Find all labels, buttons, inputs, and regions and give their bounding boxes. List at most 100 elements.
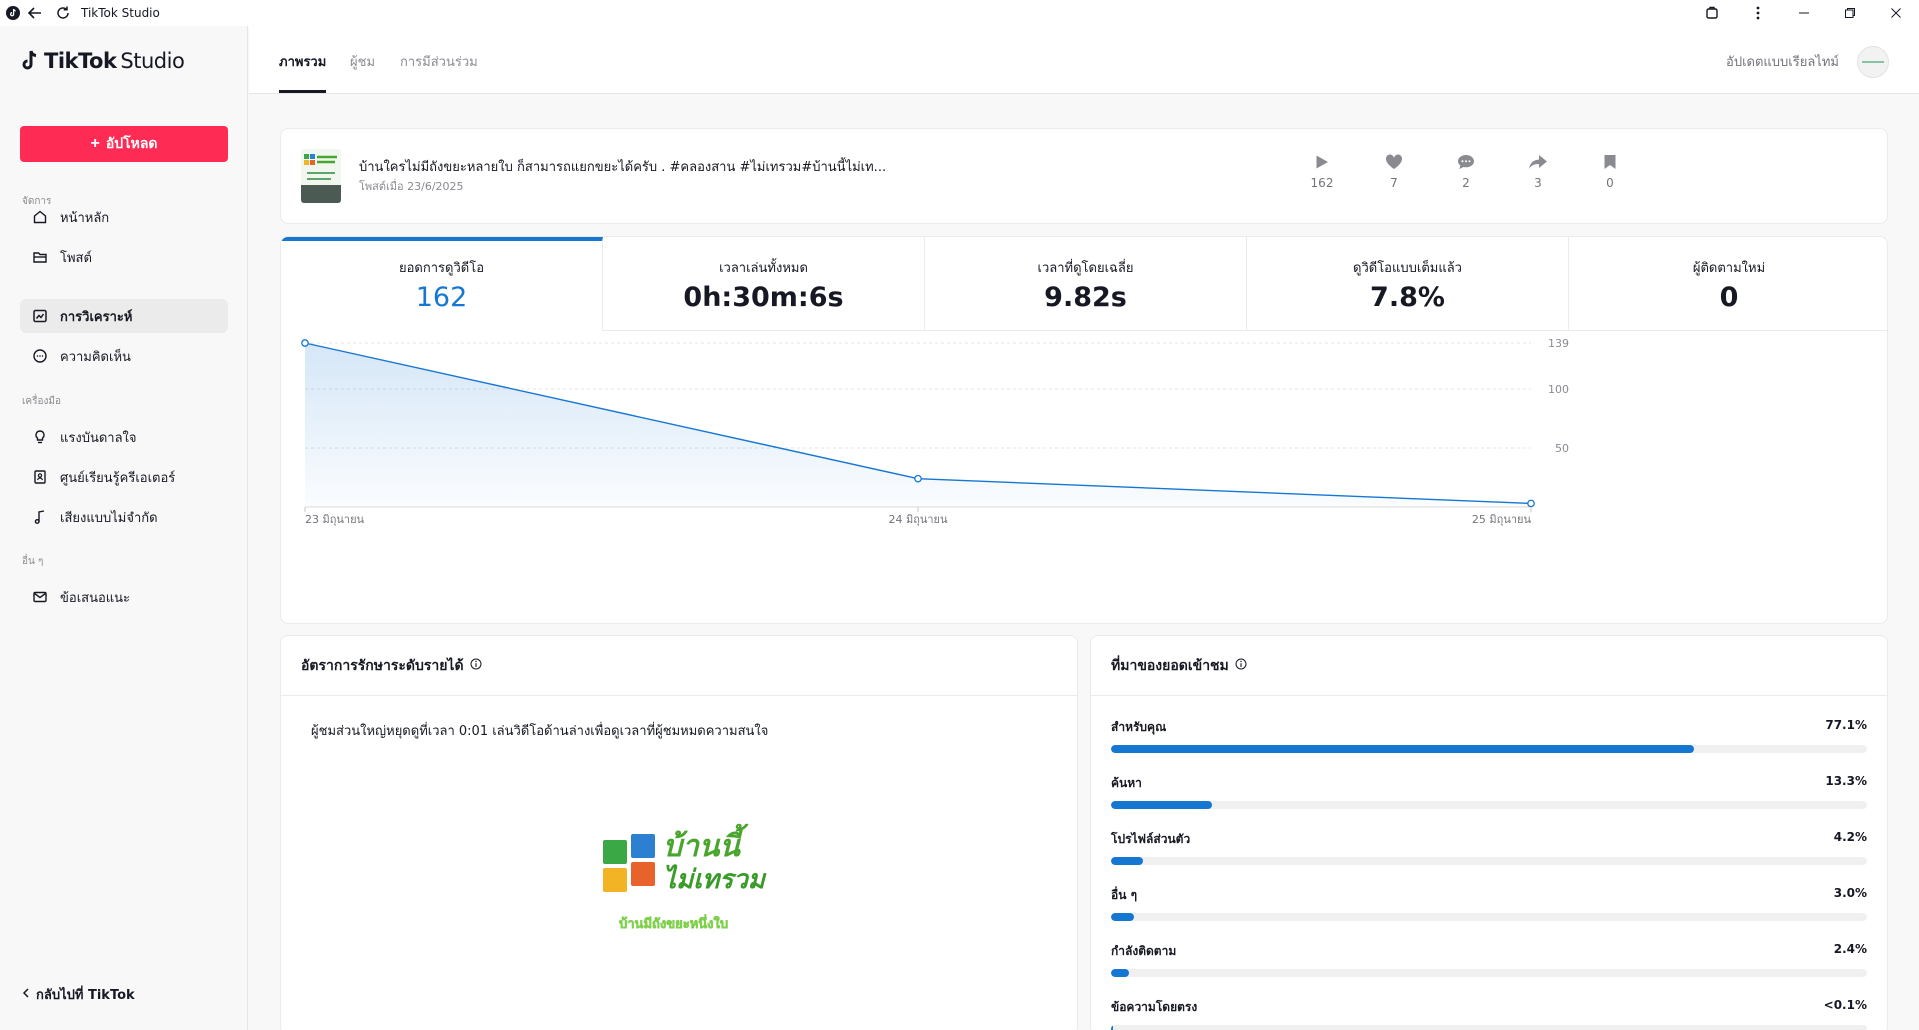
sidebar-item-comments[interactable]: ความคิดเห็น [20, 339, 228, 373]
metric-label: ดูวิดีโอแบบเต็มแล้ว [1353, 261, 1462, 276]
comment-icon [1446, 151, 1486, 173]
x-tick-label: 25 มิถุนายน [1472, 513, 1532, 526]
source-line: ข้อความโดยตรง <0.1% [1111, 998, 1867, 1017]
video-preview-logo[interactable]: บ้านนี้ ไม่เทรวม บ้านมีถังขยะหนึ่งใบ [601, 806, 771, 946]
tiktok-studio-logo[interactable]: TikTok Studio [20, 46, 185, 76]
info-icon[interactable] [1235, 658, 1247, 674]
book-icon [32, 469, 48, 485]
close-icon[interactable] [1873, 0, 1919, 26]
play-icon [1302, 151, 1342, 173]
source-progress-track [1111, 969, 1867, 977]
video-summary-card[interactable]: บ้านใครไม่มีถังขยะหลายใบ ก็สามารถแยกขยะไ… [280, 128, 1888, 224]
back-arrow-icon[interactable] [21, 0, 49, 26]
sidebar-item-analytics[interactable]: การวิเคราะห์ [20, 299, 228, 333]
minimize-icon[interactable] [1781, 0, 1827, 26]
recycle-bins-icon [603, 834, 655, 892]
y-tick-label: 100 [1548, 383, 1569, 396]
extensions-icon[interactable] [1689, 0, 1735, 26]
reload-icon[interactable] [49, 0, 77, 26]
source-progress-fill [1111, 745, 1694, 753]
tab-viewers[interactable]: ผู้ชม [350, 51, 375, 72]
metric-label: ผู้ติดตามใหม่ [1692, 261, 1766, 276]
sidebar-item-feedback[interactable]: ข้อเสนอแนะ [20, 580, 228, 614]
metric-value: 162 [415, 282, 468, 313]
metric-tab-video-views[interactable]: ยอดการดูวิดีโอ 162 [281, 237, 603, 331]
section-label-other: อื่น ๆ [22, 556, 44, 567]
likes-stat: 7 [1374, 151, 1414, 190]
metric-label: เวลาเล่นทั้งหมด [719, 261, 808, 276]
data-point[interactable] [1527, 499, 1535, 508]
retention-card: อัตราการรักษาระดับรายได้ ผู้ชมส่วนใหญ่หย… [280, 635, 1078, 1030]
plus-icon: + [90, 135, 100, 152]
sidebar-item-label: แรงบันดาลใจ [60, 430, 137, 446]
source-progress-track [1111, 745, 1867, 753]
y-tick-label: 50 [1555, 442, 1569, 455]
realtime-update-label: อัปเดตแบบเรียลไทม์ [1726, 55, 1839, 70]
sidebar-item-unlimited-sounds[interactable]: เสียงแบบไม่จำกัด [20, 500, 228, 534]
metric-value: 0h:30m:6s [683, 282, 844, 313]
video-thumbnail[interactable] [301, 149, 341, 203]
logo-text-line2: ไม่เทรวม [663, 864, 767, 895]
sidebar-item-label: ข้อเสนอแนะ [60, 590, 131, 606]
sidebar-item-posts[interactable]: โพสต์ [20, 240, 228, 274]
source-progress-fill [1111, 801, 1212, 809]
video-title[interactable]: บ้านใครไม่มีถังขยะหลายใบ ก็สามารถแยกขยะไ… [359, 156, 886, 177]
source-progress-fill [1111, 913, 1134, 921]
retention-card-header: อัตราการรักษาระดับรายได้ [281, 636, 1077, 696]
shares-count: 3 [1534, 176, 1542, 190]
source-line: ค้นหา 13.3% [1111, 774, 1867, 793]
source-percent: 4.2% [1833, 830, 1867, 844]
source-percent: 3.0% [1833, 886, 1867, 900]
source-label: ข้อความโดยตรง [1111, 1000, 1198, 1014]
comment-icon [32, 348, 48, 364]
traffic-source-row: ข้อความโดยตรง <0.1% [1111, 998, 1867, 1030]
more-options-icon[interactable] [1735, 0, 1781, 26]
views-line-chart: 139 100 50 23 มิถุนายน 24 มิถุนายน 25 มิถุนาย… [301, 337, 1569, 526]
back-to-tiktok-link[interactable]: กลับไปที่ TikTok [22, 984, 135, 1005]
metric-tab-total-play-time[interactable]: เวลาเล่นทั้งหมด 0h:30m:6s [603, 237, 925, 331]
likes-count: 7 [1390, 176, 1398, 190]
info-icon[interactable] [470, 658, 482, 674]
metric-value: 0 [1719, 282, 1739, 313]
metric-tab-average-watch-time[interactable]: เวลาที่ดูโดยเฉลี่ย 9.82s [925, 237, 1247, 331]
comments-stat: 2 [1446, 151, 1486, 190]
sidebar-item-label: การวิเคราะห์ [60, 309, 133, 325]
source-progress-track [1111, 801, 1867, 809]
source-line: กำลังติดตาม 2.4% [1111, 942, 1867, 961]
source-line: อื่น ๆ 3.0% [1111, 886, 1867, 905]
sidebar-item-creator-academy[interactable]: ศูนย์เรียนรู้ครีเอเตอร์ [20, 460, 228, 494]
restore-icon[interactable] [1827, 0, 1873, 26]
share-icon [1518, 151, 1558, 173]
sidebar-item-label: ความคิดเห็น [60, 349, 131, 365]
x-tick-label: 24 มิถุนายน [888, 513, 948, 526]
tiktok-logo-icon [22, 50, 37, 70]
source-label: โปรไฟล์ส่วนตัว [1111, 832, 1191, 846]
tiktok-app-icon [5, 5, 21, 21]
metric-tab-new-followers[interactable]: ผู้ติดตามใหม่ 0 [1569, 237, 1887, 331]
metrics-chart-card: ยอดการดูวิดีโอ 162 เวลาเล่นทั้งหมด 0h:30… [280, 236, 1888, 624]
window-controls [1689, 0, 1919, 26]
data-point[interactable] [914, 474, 922, 483]
back-link-label: กลับไปที่ TikTok [36, 988, 135, 1003]
metric-label: เวลาที่ดูโดยเฉลี่ย [1037, 261, 1134, 276]
data-point[interactable] [301, 339, 309, 347]
sidebar: TikTok Studio + อัปโหลด จัดการ หน้าหลัก … [0, 26, 248, 1030]
home-icon [32, 209, 48, 225]
traffic-title: ที่มาของยอดเข้าชม [1111, 657, 1229, 674]
sidebar-item-inspiration[interactable]: แรงบันดาลใจ [20, 420, 228, 454]
window-title: TikTok Studio [81, 6, 160, 20]
avatar[interactable] [1857, 46, 1889, 78]
source-progress-track [1111, 857, 1867, 865]
source-percent: 77.1% [1825, 718, 1867, 732]
brand-sub: Studio [120, 49, 185, 73]
upload-button[interactable]: + อัปโหลด [20, 126, 228, 162]
tab-overview[interactable]: ภาพรวม [279, 51, 326, 72]
brand-name: TikTok [44, 49, 117, 73]
source-percent: 2.4% [1833, 942, 1867, 956]
tab-engagement[interactable]: การมีส่วนร่วม [400, 51, 478, 72]
retention-description: ผู้ชมส่วนใหญ่หยุดดูที่เวลา 0:01 เล่นวิดี… [311, 724, 769, 739]
source-line: สำหรับคุณ 77.1% [1111, 718, 1867, 737]
metric-tab-watched-full-video[interactable]: ดูวิดีโอแบบเต็มแล้ว 7.8% [1247, 237, 1569, 331]
sidebar-item-home[interactable]: หน้าหลัก [20, 200, 228, 234]
saves-count: 0 [1606, 176, 1614, 190]
